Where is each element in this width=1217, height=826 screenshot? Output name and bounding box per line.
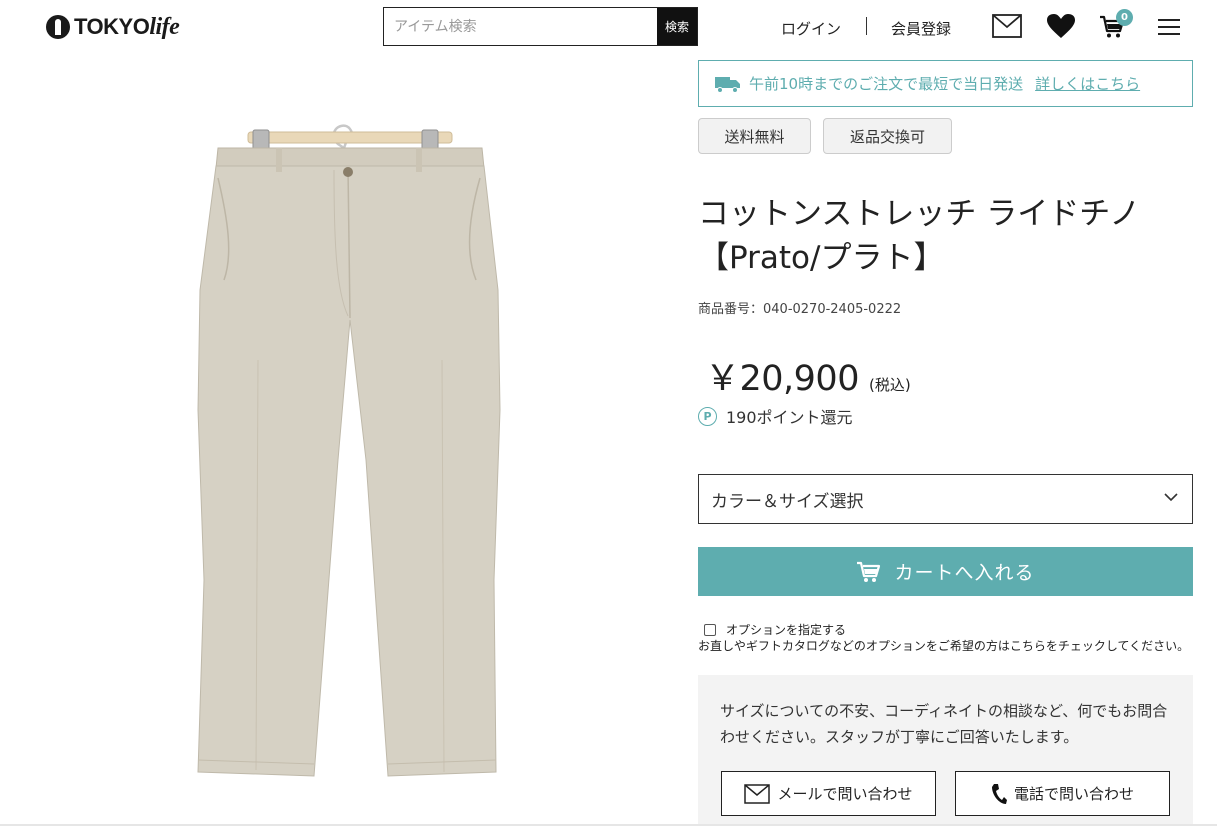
menu-icon[interactable] [1158,18,1180,36]
points-text: 190ポイント還元 [726,408,853,427]
product-price: ￥20,900 (税込) [705,350,911,401]
add-to-cart-label: カートへ入れる [894,562,1035,584]
free-shipping-tag: 送料無料 [698,118,811,154]
logo-text-main: TOKYO [74,13,150,39]
option-checkbox-row[interactable]: オプションを指定する [704,621,846,638]
product-code: 商品番号：040-0270-2405-0222 [698,302,902,317]
mail-inquiry-button[interactable]: メールで問い合わせ [721,771,936,816]
search-bar: 検索 [383,7,698,46]
price-amount: ￥20,900 [705,359,859,399]
chevron-down-icon [1164,493,1178,502]
product-title: コットンストレッチ ライドチノ 【Prato/プラト】 [698,192,1198,280]
color-size-select-label: カラー＆サイズ選択 [711,491,864,512]
product-image[interactable] [48,60,648,826]
shipping-text: 午前10時までのご注文で最短で当日発送 [749,75,1024,93]
search-button[interactable]: 検索 [657,8,697,45]
option-note: お直しやギフトカタログなどのオプションをご希望の方はこちらをチェックしてください… [698,639,1190,653]
delivery-truck-icon [715,76,740,93]
nav-divider [866,17,867,35]
phone-inquiry-label: 電話で問い合わせ [1013,785,1134,803]
same-day-shipping-banner: 午前10時までのご注文で最短で当日発送 詳しくはこちら [698,60,1193,107]
product-title-line1: コットンストレッチ ライドチノ [698,196,1141,232]
points-icon: P [698,406,717,426]
register-link[interactable]: 会員登録 [891,18,951,39]
product-title-line2: 【Prato/プラト】 [698,240,945,276]
shipping-details-link[interactable]: 詳しくはこちら [1035,73,1140,94]
mail-icon[interactable] [992,14,1022,38]
cart-count-badge: 0 [1116,9,1133,26]
phone-icon [991,783,1007,804]
add-to-cart-button[interactable]: カートへ入れる [698,547,1193,596]
logo-text-sub: life [149,13,180,40]
returns-exchange-tag: 返品交換可 [823,118,952,154]
points-info: P 190ポイント還元 [698,404,853,428]
cart-icon [857,561,881,582]
option-checkbox[interactable] [704,623,716,636]
heart-icon[interactable] [1046,13,1076,39]
search-input[interactable] [384,8,657,45]
site-header: TOKYOlife 検索 ログイン 会員登録 0 [0,0,1217,56]
color-size-select[interactable]: カラー＆サイズ選択 [698,474,1193,524]
option-checkbox-label: オプションを指定する [726,623,847,637]
contact-text: サイズについての不安、コーディネイトの相談など、何でもお問合わせください。スタッ… [720,702,1168,746]
login-link[interactable]: ログイン [781,18,841,39]
logo-mark-icon [46,15,70,39]
price-tax-note: (税込) [868,376,911,394]
mail-inquiry-label: メールで問い合わせ [777,785,913,803]
site-logo[interactable]: TOKYOlife [46,11,180,43]
phone-inquiry-button[interactable]: 電話で問い合わせ [955,771,1170,816]
contact-box: サイズについての不安、コーディネイトの相談など、何でもお問合わせください。スタッ… [698,675,1193,826]
mail-icon [744,783,771,804]
